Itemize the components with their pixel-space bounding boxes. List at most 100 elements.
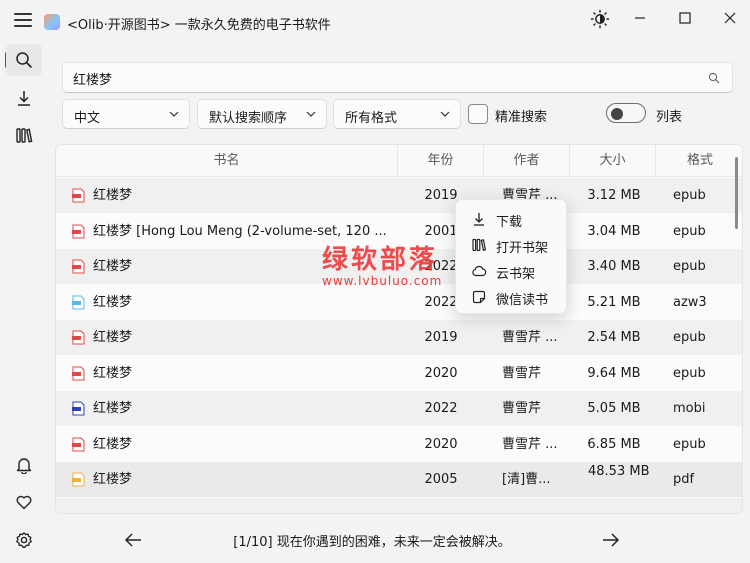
book-title-cell: 红楼梦 xyxy=(93,188,133,203)
book-year-cell: 2022 xyxy=(424,401,458,416)
language-dropdown[interactable]: 中文 xyxy=(62,99,190,129)
book-size-cell: 5.21 MB xyxy=(587,294,641,310)
chevron-down-icon xyxy=(440,111,450,117)
arrow-left-icon xyxy=(124,533,141,547)
book-size-cell: 3.04 MB xyxy=(587,223,641,239)
context-menu-item-cloud-bookshelf[interactable]: 云书架 xyxy=(456,258,568,284)
gear-icon xyxy=(16,532,32,548)
table-row[interactable]: 红楼梦 2022 5.21 MB azw3 xyxy=(56,285,742,320)
book-format-cell: epub xyxy=(673,330,706,345)
book-author-cell: [清]曹... xyxy=(502,472,551,487)
column-header-year[interactable]: 年份 xyxy=(398,145,484,177)
book-format-cell: epub xyxy=(673,188,706,203)
table-row[interactable]: 红楼梦 2020 曹雪芹 9.64 MB epub xyxy=(56,356,742,391)
book-year-cell: 2005 xyxy=(424,472,458,487)
book-title-cell: 红楼梦 xyxy=(93,294,133,310)
close-icon xyxy=(724,12,736,24)
sidebar-item-bookshelf[interactable] xyxy=(6,119,42,151)
ebook-file-icon xyxy=(72,330,85,345)
ebook-file-icon xyxy=(72,188,85,203)
arrow-right-icon xyxy=(603,533,620,547)
book-size-cell: 2.54 MB xyxy=(587,330,641,345)
sidebar-item-notifications[interactable] xyxy=(6,449,42,481)
bell-icon xyxy=(16,458,32,474)
app-logo-icon xyxy=(44,14,60,30)
maximize-button[interactable] xyxy=(667,5,703,31)
chevron-down-icon xyxy=(306,111,316,117)
list-view-label: 列表 xyxy=(656,110,683,125)
table-row[interactable]: 红楼梦 2022 曹雪芹 5.05 MB mobi xyxy=(56,391,742,426)
app-title: <Olib·开源图书> 一款永久免费的电子书软件 xyxy=(67,18,331,33)
exact-search-checkbox[interactable] xyxy=(468,104,488,124)
cloud-icon xyxy=(472,265,487,277)
title-bar: <Olib·开源图书> 一款永久免费的电子书软件 xyxy=(0,0,750,40)
bookshelf-icon xyxy=(472,238,487,252)
book-format-cell: epub xyxy=(673,436,706,452)
format-dropdown[interactable]: 所有格式 xyxy=(333,99,461,129)
list-view-toggle[interactable] xyxy=(606,103,646,123)
sidebar-item-settings[interactable] xyxy=(6,524,42,556)
maximize-icon xyxy=(679,12,691,24)
book-size-cell: 5.05 MB xyxy=(587,401,641,416)
context-menu-item-open-bookshelf[interactable]: 打开书架 xyxy=(456,232,568,258)
ebook-file-icon xyxy=(72,295,85,309)
book-format-cell: epub xyxy=(673,365,706,381)
context-menu-item-wechat-read[interactable]: 微信读书 xyxy=(456,284,568,310)
sidebar-item-search[interactable] xyxy=(6,44,42,76)
table-row[interactable]: 红楼梦 2019 曹雪芹 ... 3.12 MB epub xyxy=(56,178,742,213)
column-header-format[interactable]: 格式 xyxy=(656,145,742,177)
next-page-button[interactable] xyxy=(600,530,622,550)
theme-toggle-button[interactable] xyxy=(588,7,612,31)
sidebar-item-download[interactable] xyxy=(6,82,42,114)
column-header-size[interactable]: 大小 xyxy=(570,145,656,177)
format-dropdown-value: 所有格式 xyxy=(345,111,398,126)
heart-icon xyxy=(16,495,32,510)
table-row[interactable] xyxy=(56,497,742,513)
table-header: 书名 年份 作者 大小 格式 xyxy=(56,145,742,177)
book-size-cell: 48.53 MB xyxy=(588,464,650,479)
book-year-cell: 2020 xyxy=(424,436,458,452)
sidebar-item-favorites[interactable] xyxy=(6,486,42,518)
hamburger-menu-button[interactable] xyxy=(10,8,36,32)
book-results-table: 书名 年份 作者 大小 格式 红楼梦 2019 曹雪芹 ... 3.12 MB epub… xyxy=(55,144,743,514)
context-menu-item-download[interactable]: 下载 xyxy=(456,206,568,232)
column-header-title[interactable]: 书名 xyxy=(56,145,398,177)
language-dropdown-value: 中文 xyxy=(74,111,101,126)
column-header-author[interactable]: 作者 xyxy=(484,145,570,177)
search-submit-icon[interactable] xyxy=(708,72,720,84)
note-icon xyxy=(472,290,486,304)
context-menu-label: 微信读书 xyxy=(496,293,549,308)
ebook-file-icon xyxy=(72,224,85,238)
close-button[interactable] xyxy=(712,5,748,31)
table-row[interactable]: 红楼梦 2005 [清]曹... 48.53 MB pdf xyxy=(56,462,742,497)
table-row[interactable]: 红楼梦 2019 曹雪芹 ... 2.54 MB epub xyxy=(56,320,742,355)
ebook-file-icon xyxy=(72,401,85,416)
book-author-cell: 曹雪芹 xyxy=(502,401,542,416)
book-format-cell: epub xyxy=(673,223,706,239)
context-menu: 下载 打开书架 云书架 微信读书 xyxy=(455,199,567,314)
book-author-cell: 曹雪芹 xyxy=(502,365,542,381)
context-menu-label: 打开书架 xyxy=(496,241,549,256)
book-format-cell: mobi xyxy=(673,401,706,416)
book-format-cell: pdf xyxy=(673,472,695,487)
sort-dropdown[interactable]: 默认搜索顺序 xyxy=(197,99,327,129)
ebook-file-icon xyxy=(72,437,85,451)
bookshelf-icon xyxy=(16,128,33,143)
table-scrollbar[interactable] xyxy=(735,157,738,229)
book-size-cell: 9.64 MB xyxy=(587,365,641,381)
book-size-cell: 3.12 MB xyxy=(587,188,641,203)
ebook-file-icon xyxy=(72,366,85,380)
book-format-cell: azw3 xyxy=(673,294,707,310)
download-icon xyxy=(18,91,30,106)
previous-page-button[interactable] xyxy=(122,530,144,550)
download-icon xyxy=(474,213,484,226)
book-size-cell: 3.40 MB xyxy=(587,259,641,274)
search-input[interactable] xyxy=(73,68,693,88)
exact-search-label: 精准搜索 xyxy=(495,110,548,125)
book-year-cell: 2019 xyxy=(424,330,458,345)
book-title-cell: 红楼梦 xyxy=(93,401,133,416)
minimize-button[interactable] xyxy=(622,5,658,31)
sun-icon xyxy=(590,9,610,29)
book-format-cell: epub xyxy=(673,259,706,274)
table-row[interactable]: 红楼梦 2020 曹雪芹 ... 6.85 MB epub xyxy=(56,427,742,462)
